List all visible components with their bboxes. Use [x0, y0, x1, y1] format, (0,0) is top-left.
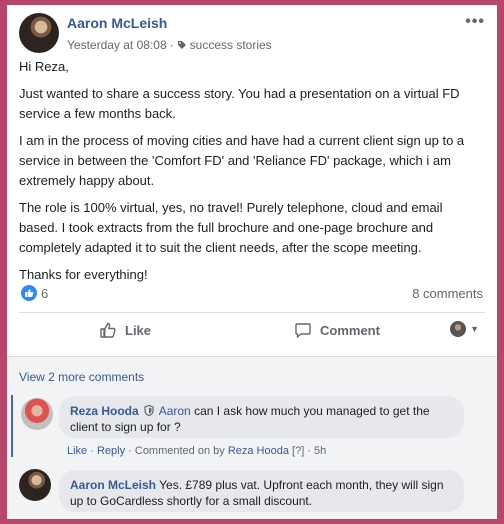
chevron-down-icon: ▼ [470, 324, 479, 334]
post-card: Aaron McLeish Yesterday at 08:08 · succe… [7, 5, 497, 519]
post-time[interactable]: Yesterday at 08:08 [67, 38, 167, 52]
author-avatar[interactable] [19, 13, 59, 53]
comments-section: View 2 more comments Reza Hooda Aaron ca… [7, 356, 497, 519]
like-button[interactable]: Like [99, 321, 151, 339]
divider [19, 312, 485, 313]
sep: · [87, 445, 97, 457]
post-paragraph: Hi Reza, [19, 59, 69, 74]
comment-bubble: Reza Hooda Aaron can I ask how much you … [59, 396, 464, 438]
comment-author[interactable]: Aaron McLeish [70, 478, 156, 492]
tag-icon [177, 41, 186, 49]
post-body: Hi Reza, Just wanted to share a success … [19, 57, 483, 292]
comment-button-label: Comment [320, 322, 380, 338]
post-paragraph: The role is 100% virtual, yes, no travel… [19, 200, 443, 255]
thumbs-up-outline-icon [100, 322, 116, 338]
post-paragraph: Just wanted to share a success story. Yo… [19, 86, 460, 121]
commented-on-text: Commented on by [134, 445, 228, 457]
comment-reply-link[interactable]: Reply [97, 445, 125, 457]
comment-avatar[interactable] [21, 398, 53, 430]
commented-by-link[interactable]: Reza Hooda [228, 445, 289, 457]
more-options-icon[interactable]: ••• [465, 13, 485, 31]
like-count[interactable]: 6 [41, 286, 48, 301]
post-meta: Yesterday at 08:08 · success stories [67, 38, 272, 52]
post-tag[interactable]: success stories [190, 38, 272, 52]
help-marker[interactable]: [?] [289, 445, 307, 457]
comment-bubble-icon [295, 323, 311, 338]
meta-separator: · [169, 38, 174, 52]
highlight-bar [11, 395, 13, 457]
mention-link[interactable]: Aaron [159, 404, 191, 418]
comment-actions: Like · Reply · Commented on by Reza Hood… [67, 445, 326, 457]
comment-author[interactable]: Reza Hooda [70, 404, 139, 418]
post-paragraph: I am in the process of moving cities and… [19, 133, 465, 188]
comment-count[interactable]: 8 comments [412, 286, 483, 301]
post-header: Aaron McLeish Yesterday at 08:08 · succe… [19, 11, 485, 53]
current-user-avatar [450, 321, 467, 337]
comment-bubble: Aaron McLeish Yes. £789 plus vat. Upfron… [59, 470, 464, 512]
like-reaction-icon[interactable] [21, 285, 37, 301]
comment-avatar[interactable] [19, 469, 51, 501]
comment-time[interactable]: 5h [314, 445, 326, 457]
author-name[interactable]: Aaron McLeish [67, 15, 167, 31]
thumbs-up-icon [25, 289, 34, 297]
comment-button[interactable]: Comment [294, 321, 380, 339]
comment-as-selector[interactable]: ▼ [450, 321, 479, 337]
like-button-label: Like [125, 322, 152, 338]
admin-shield-icon [144, 405, 154, 416]
reaction-stats: 6 8 comments [19, 283, 485, 303]
comment-like-link[interactable]: Like [67, 445, 87, 457]
post-paragraph: Thanks for everything! [19, 267, 148, 282]
sep: · [125, 445, 135, 457]
post-actions: Like Comment ▼ [19, 317, 485, 349]
view-more-comments-link[interactable]: View 2 more comments [19, 370, 144, 384]
